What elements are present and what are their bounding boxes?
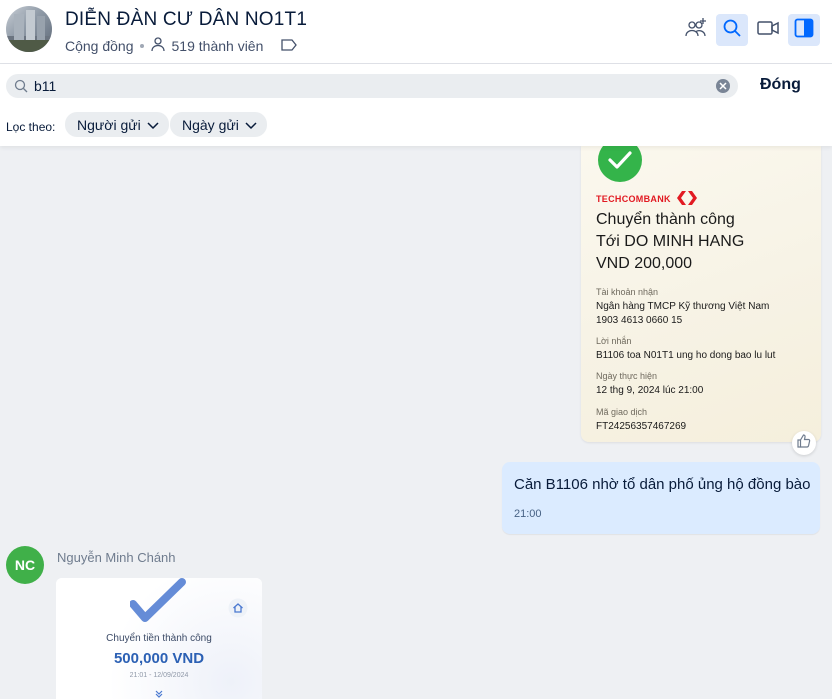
group-avatar[interactable] <box>6 6 52 52</box>
message-text: Căn B1106 nhờ tổ dân phố ủng hộ đồng bào <box>514 476 811 493</box>
transfer-amount: VND 200,000 <box>596 255 693 272</box>
members-icon[interactable] <box>150 36 166 55</box>
filter-date-label: Ngày gửi <box>182 116 239 133</box>
success-check-icon <box>598 146 642 182</box>
receipt-field-label: Ngày thực hiện <box>596 371 658 381</box>
transfer-recipient: Tới DO MINH HANG <box>596 233 745 250</box>
group-type: Cộng đồng <box>65 37 134 54</box>
sidebar-toggle-icon <box>794 18 814 43</box>
filter-date-dropdown[interactable]: Ngày gửi <box>170 112 267 137</box>
transfer-receipt-image[interactable]: Chuyển tiền thành công 500,000 VND 21:01… <box>56 578 262 699</box>
message-time: 21:00 <box>514 508 542 520</box>
receipt-field-value: Ngân hàng TMCP Kỹ thương Việt Nam <box>596 301 770 312</box>
conversation-info-button[interactable] <box>788 14 820 46</box>
receipt-title: Chuyển tiền thành công <box>106 633 212 644</box>
close-search-button[interactable]: Đóng <box>760 76 801 94</box>
receipt-field-value: 1903 4613 0660 15 <box>596 315 683 326</box>
receipt-amount: 500,000 VND <box>113 650 205 667</box>
tag-icon[interactable] <box>281 38 298 54</box>
blue-checkmark-icon <box>129 578 186 627</box>
group-subtitle: Cộng đồng 519 thành viên <box>65 36 298 55</box>
expand-chevron-icon <box>154 686 164 699</box>
separator-dot <box>139 43 144 48</box>
avatar[interactable]: NC <box>6 546 44 584</box>
receipt-field-label: Tài khoản nhận <box>596 287 659 297</box>
chat-header: DIỄN ĐÀN CƯ DÂN NO1T1 Cộng đồng 519 thàn… <box>0 0 832 64</box>
receipt-field-label: Lời nhắn <box>596 336 632 346</box>
search-panel: Đóng Lọc theo: Người gửi Ngày gửi <box>0 64 832 146</box>
receipt-date: 21:01 - 12/09/2024 <box>129 672 189 679</box>
group-title[interactable]: DIỄN ĐÀN CƯ DÂN NO1T1 <box>65 9 307 31</box>
filter-sender-label: Người gửi <box>77 116 141 133</box>
bank-receipt-image[interactable]: TECHCOMBANK Chuyển thành công Tới DO MIN… <box>581 146 821 442</box>
techcombank-logo-icon <box>676 191 697 207</box>
transfer-status: Chuyển thành công <box>596 211 735 228</box>
bank-logo: TECHCOMBANK <box>596 191 697 207</box>
search-box[interactable] <box>6 74 738 98</box>
add-member-button[interactable] <box>680 14 712 46</box>
search-input[interactable] <box>34 74 704 98</box>
sender-name[interactable]: Nguyễn Minh Chánh <box>57 550 176 565</box>
search-field-icon <box>14 79 28 98</box>
add-group-member-icon <box>684 17 708 44</box>
video-icon <box>757 20 779 41</box>
receipt-field-label: Mã giao dịch <box>596 407 648 417</box>
chevron-down-icon <box>245 117 257 133</box>
thumbs-up-icon <box>797 433 811 453</box>
receipt-field-value: B1106 toa N01T1 ung ho dong bao lu lut <box>596 350 776 361</box>
chevron-down-icon <box>147 117 159 133</box>
member-count[interactable]: 519 thành viên <box>172 38 264 54</box>
search-button[interactable] <box>716 14 748 46</box>
clear-search-icon[interactable] <box>715 78 731 99</box>
search-icon <box>722 18 742 43</box>
receipt-field-value: 12 thg 9, 2024 lúc 21:00 <box>596 385 704 396</box>
react-like-button[interactable] <box>792 431 816 455</box>
bank-name: TECHCOMBANK <box>596 194 671 204</box>
video-call-button[interactable] <box>752 14 784 46</box>
home-icon <box>228 598 248 623</box>
filter-sender-dropdown[interactable]: Người gửi <box>65 112 169 137</box>
receipt-field-value: FT24256357467269 <box>596 421 687 432</box>
filter-label: Lọc theo: <box>6 120 56 134</box>
own-message-bubble[interactable]: Căn B1106 nhờ tổ dân phố ủng hộ đồng bào… <box>502 462 820 534</box>
